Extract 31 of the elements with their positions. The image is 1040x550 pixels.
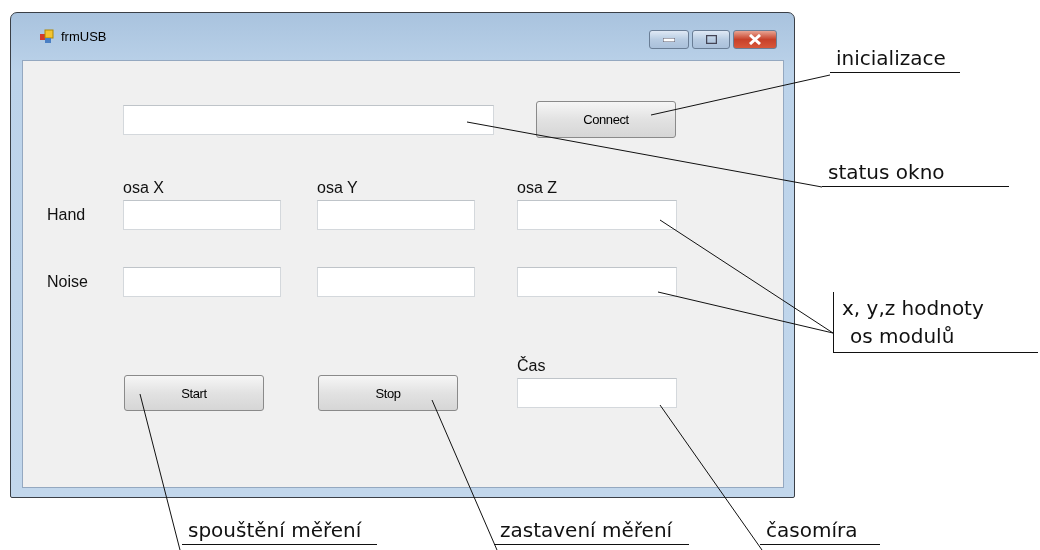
value-field[interactable] (317, 267, 475, 297)
minimize-icon (663, 37, 675, 42)
value-field[interactable] (517, 267, 677, 297)
annotation-label: x, y,z hodnoty os modulů (833, 292, 1038, 353)
value-field[interactable] (517, 200, 677, 230)
maximize-icon (705, 35, 717, 44)
annotation-label: časomíra (760, 516, 880, 545)
action-button[interactable]: Start (124, 375, 264, 411)
annotation-label: spouštění měření (182, 516, 377, 545)
annotation-label: inicializace (830, 44, 960, 73)
close-button[interactable] (733, 30, 777, 49)
status-field[interactable] (123, 104, 494, 135)
action-button[interactable]: Stop (318, 375, 458, 411)
annotation-label: zastavení měření (494, 516, 689, 545)
axis-label: osa Z (517, 179, 558, 198)
minimize-button[interactable] (649, 30, 689, 49)
value-field[interactable] (123, 267, 281, 297)
time-label: Čas (517, 357, 547, 376)
row-label: Noise (47, 273, 88, 291)
window-title: frmUSB (61, 29, 107, 44)
row-label: Hand (47, 206, 86, 224)
annotation-label: status okno (822, 158, 1009, 187)
axis-label: osa Y (317, 179, 359, 198)
value-field[interactable] (123, 200, 281, 230)
app-icon (39, 28, 55, 45)
value-field[interactable] (317, 200, 475, 230)
close-icon (748, 34, 762, 45)
connect-button[interactable]: Connect (536, 101, 676, 138)
maximize-button[interactable] (692, 30, 730, 49)
time-field[interactable] (517, 378, 677, 408)
axis-label: osa X (123, 179, 165, 198)
